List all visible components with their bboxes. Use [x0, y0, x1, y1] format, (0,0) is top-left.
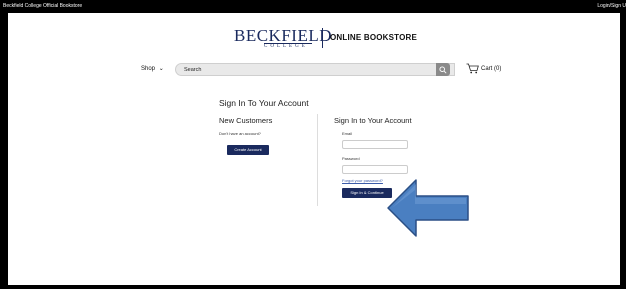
- sign-in-section: Sign In to Your Account Email Password F…: [334, 116, 412, 198]
- email-field[interactable]: [342, 140, 408, 149]
- logo-divider: [322, 28, 323, 48]
- site-tagline: Beckfield College Official Bookstore: [3, 3, 83, 9]
- search-input[interactable]: [184, 65, 429, 75]
- top-bar: Beckfield College Official Bookstore Log…: [0, 0, 626, 13]
- cart-label: Cart (0): [481, 66, 502, 72]
- logo[interactable]: BECKFIELD COLLEGE ONLINE BOOKSTORE: [234, 26, 424, 49]
- forgot-password-link[interactable]: Forgot your password?: [342, 178, 383, 183]
- password-label: Password: [342, 156, 360, 161]
- cart-icon: [466, 63, 479, 74]
- create-account-button[interactable]: Create Account: [227, 145, 269, 155]
- store-name: ONLINE BOOKSTORE: [330, 33, 418, 42]
- new-customers-section: New Customers Don't have an account? Cre…: [219, 116, 273, 155]
- chevron-down-icon: ⌄: [158, 66, 164, 72]
- sign-in-continue-button[interactable]: Sign In & Continue: [342, 188, 392, 198]
- shop-label: Shop: [141, 66, 156, 72]
- new-customers-title: New Customers: [219, 116, 273, 125]
- arrow-annotation-icon: [387, 179, 469, 237]
- search-icon: [439, 66, 447, 74]
- password-field[interactable]: [342, 165, 408, 174]
- email-label: Email: [342, 131, 353, 136]
- search-button[interactable]: [436, 63, 450, 76]
- column-divider: [317, 114, 318, 206]
- logo-subtitle: COLLEGE: [264, 43, 312, 49]
- shop-menu[interactable]: Shop ⌄: [141, 65, 164, 72]
- new-account-prompt: Don't have an account?: [219, 131, 261, 136]
- sign-in-title: Sign In to Your Account: [334, 116, 412, 125]
- search-bar: [175, 63, 455, 76]
- login-signup-link[interactable]: Login/Sign U: [597, 0, 626, 13]
- page-content: BECKFIELD COLLEGE ONLINE BOOKSTORE Shop …: [8, 13, 620, 285]
- page-title: Sign In To Your Account: [219, 98, 309, 108]
